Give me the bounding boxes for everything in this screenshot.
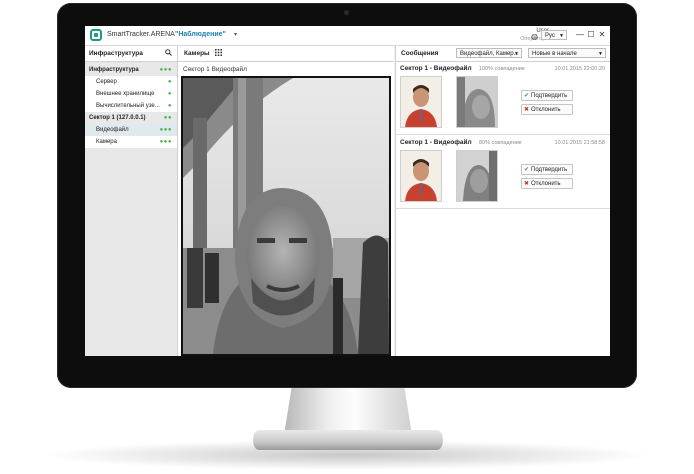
panel-title: Сообщения	[401, 50, 439, 57]
tree-item-label: Вычислительный узе...	[96, 103, 160, 109]
app-screen: SmartTracker.ARENA "Наблюдение" ▾ User О…	[85, 26, 610, 356]
event-match: 100% совпадение	[479, 66, 525, 72]
webcam-icon	[344, 10, 349, 15]
chevron-down-icon: ▼	[559, 33, 564, 39]
tree-item-label: Сектор 1 (127.0.0.1)	[89, 115, 146, 121]
chevron-down-icon: ▼	[514, 51, 519, 57]
tree-item-server[interactable]: Сервер ●	[85, 76, 177, 88]
tree-item-camera[interactable]: Камера ●●●	[85, 136, 177, 148]
button-label: Подтвердить	[531, 93, 568, 99]
tree-item-infrastructure[interactable]: Инфраструктура ●●●	[85, 64, 177, 76]
captured-face-photo[interactable]	[456, 150, 498, 202]
messages-header: Сообщения Видеофайл, Камер... ▼ Новые в …	[396, 46, 610, 62]
monitor-stand-neck	[284, 387, 412, 435]
status-dots: ●	[167, 103, 172, 109]
close-icon: ✖	[523, 181, 530, 187]
app-logo-icon	[90, 29, 102, 41]
status-dots: ●●●	[159, 139, 172, 145]
status-dots: ●●●	[159, 127, 172, 133]
search-icon[interactable]	[165, 49, 172, 58]
close-button[interactable]: ✕	[597, 30, 607, 39]
grid-layout-icon[interactable]	[215, 49, 222, 58]
cameras-header: Камеры	[178, 46, 394, 62]
status-dots: ●	[167, 91, 172, 97]
maximize-button[interactable]: ☐	[586, 30, 596, 39]
button-label: Отклонить	[531, 181, 561, 187]
video-feed[interactable]	[181, 76, 391, 356]
language-select[interactable]: Рус ▼	[541, 30, 567, 40]
captured-face-photo[interactable]	[456, 76, 498, 128]
button-label: Отклонить	[531, 107, 561, 113]
reference-photo[interactable]	[400, 76, 442, 128]
tree-item-label: Внешнее хранилище	[96, 91, 155, 97]
chevron-down-icon: ▼	[598, 51, 603, 57]
mode-selector[interactable]: "Наблюдение"	[175, 31, 226, 38]
cameras-panel: Камеры Сектор 1 Видеофайл	[178, 46, 394, 356]
reference-photo[interactable]	[400, 150, 442, 202]
tree-item-label: Видеофайл	[96, 127, 129, 133]
reject-button[interactable]: ✖ Отклонить	[521, 178, 573, 189]
event-match: 80% совпадение	[479, 140, 522, 146]
tree-item-sector-1[interactable]: Сектор 1 (127.0.0.1) ●●	[85, 112, 177, 124]
check-icon: ✔	[523, 167, 530, 173]
video-tile-title: Сектор 1 Видеофайл	[183, 66, 247, 73]
status-dots: ●●●	[159, 67, 172, 73]
reject-button[interactable]: ✖ Отклонить	[521, 104, 573, 115]
panel-title: Камеры	[184, 50, 210, 57]
dropdown-value: Видеофайл, Камер...	[460, 51, 519, 57]
event-item[interactable]: Сектор 1 - Видеофайл 100% совпадение 10.…	[396, 62, 610, 135]
infrastructure-panel: Инфраструктура Инфраструктура ●●● Сервер…	[85, 46, 178, 356]
confirm-button[interactable]: ✔ Подтвердить	[521, 90, 573, 101]
event-time: 10.01.2015 21:58:58	[554, 140, 605, 146]
tree-item-label: Сервер	[96, 79, 117, 85]
tree-item-external-storage[interactable]: Внешнее хранилище ●	[85, 88, 177, 100]
tree-item-label: Инфраструктура	[89, 67, 139, 73]
app-title: SmartTracker.ARENA	[107, 31, 175, 38]
messages-panel: Сообщения Видеофайл, Камер... ▼ Новые в …	[395, 46, 610, 356]
tree-item-videofile[interactable]: Видеофайл ●●●	[85, 124, 177, 136]
close-icon: ✖	[523, 107, 530, 113]
dropdown-value: Новые в начале	[532, 51, 577, 57]
infrastructure-header: Инфраструктура	[85, 46, 177, 62]
event-title: Сектор 1 - Видеофайл	[400, 65, 472, 72]
status-dots: ●●	[163, 115, 172, 121]
panel-title: Инфраструктура	[89, 50, 143, 57]
tree-item-compute-node[interactable]: Вычислительный узе... ●	[85, 100, 177, 112]
title-bar: SmartTracker.ARENA "Наблюдение" ▾ User О…	[85, 26, 610, 46]
event-item[interactable]: Сектор 1 - Видеофайл 80% совпадение 10.0…	[396, 136, 610, 209]
button-label: Подтвердить	[531, 167, 568, 173]
globe-icon: ◍	[531, 32, 538, 41]
chevron-down-icon[interactable]: ▾	[234, 31, 237, 38]
status-dots: ●	[167, 79, 172, 85]
monitor-stand-base	[253, 430, 443, 450]
event-title: Сектор 1 - Видеофайл	[400, 139, 472, 146]
check-icon: ✔	[523, 93, 530, 99]
sort-order-dropdown[interactable]: Новые в начале ▼	[528, 48, 606, 58]
confirm-button[interactable]: ✔ Подтвердить	[521, 164, 573, 175]
language-value: Рус	[545, 33, 555, 39]
minimize-button[interactable]: —	[575, 30, 585, 39]
event-time: 10.01.2015 22:00:20	[554, 66, 605, 72]
source-filter-dropdown[interactable]: Видеофайл, Камер... ▼	[456, 48, 522, 58]
tree-item-label: Камера	[96, 139, 117, 145]
